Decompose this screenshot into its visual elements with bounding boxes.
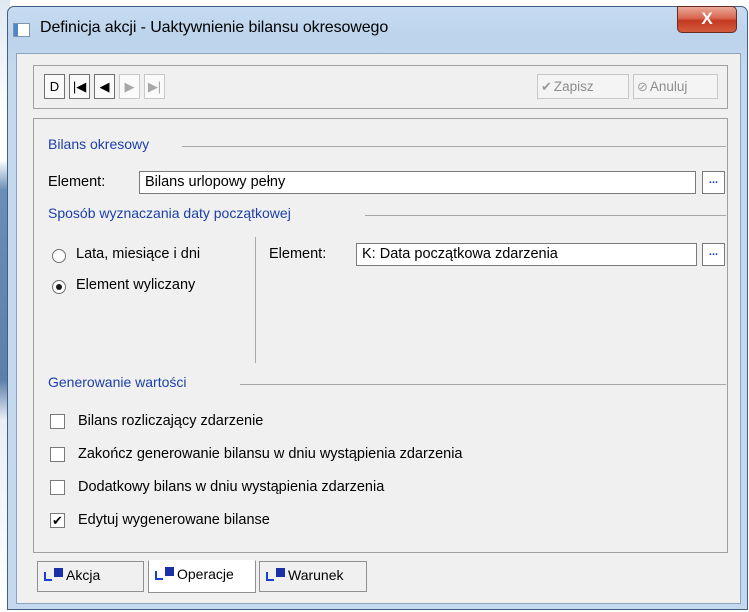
radio-lata-miesiace-dni-label: Lata, miesiące i dni bbox=[76, 246, 201, 262]
save-button[interactable]: ✔ Zapisz bbox=[537, 74, 629, 99]
radio-lata-miesiace-dni[interactable] bbox=[52, 249, 66, 263]
sposob-element-label: Element: bbox=[269, 246, 327, 262]
checkbox-edytuj-bilanse-label: Edytuj wygenerowane bilanse bbox=[78, 512, 270, 528]
section-title-generowanie: Generowanie wartości bbox=[48, 374, 187, 390]
radio-element-wyliczany-label: Element wyliczany bbox=[76, 277, 196, 293]
checkbox-bilans-rozliczajacy-label: Bilans rozliczający zdarzenie bbox=[78, 413, 264, 429]
section-title-sposob: Sposób wyznaczania daty początkowej bbox=[48, 205, 291, 221]
window-icon bbox=[13, 23, 30, 37]
bilans-element-field[interactable]: Bilans urlopowy pełny bbox=[139, 171, 696, 194]
radio-element-wyliczany[interactable] bbox=[52, 280, 66, 294]
section-divider bbox=[365, 215, 726, 216]
checkmark-icon: ✔ bbox=[52, 513, 63, 528]
tab-warunek[interactable]: Warunek bbox=[259, 561, 367, 592]
tab-link-icon bbox=[155, 567, 175, 581]
close-button[interactable]: X bbox=[677, 6, 737, 33]
cancel-button-label: Anuluj bbox=[649, 79, 688, 94]
checkbox-zakoncz-generowanie[interactable] bbox=[50, 447, 65, 462]
checkbox-bilans-rozliczajacy[interactable] bbox=[50, 414, 65, 429]
sposob-element-field[interactable]: K: Data początkowa zdarzenia bbox=[356, 243, 697, 266]
tab-link-icon bbox=[266, 568, 286, 582]
tab-akcja[interactable]: Akcja bbox=[37, 561, 144, 592]
tab-akcja-label: Akcja bbox=[66, 567, 101, 583]
bilans-element-label: Element: bbox=[48, 174, 106, 190]
window-title: Definicja akcji - Uaktywnienie bilansu o… bbox=[40, 19, 389, 36]
tab-link-icon bbox=[44, 568, 64, 582]
tab-warunek-label: Warunek bbox=[288, 567, 344, 583]
first-record-button[interactable]: |◀ bbox=[69, 74, 90, 99]
next-record-button[interactable]: ▶ bbox=[119, 74, 140, 99]
section-title-bilans-okresowy: Bilans okresowy bbox=[48, 136, 150, 152]
cancel-button[interactable]: ⊘ Anuluj bbox=[633, 74, 718, 99]
section-divider bbox=[240, 384, 726, 385]
vertical-divider bbox=[255, 237, 256, 363]
checkbox-edytuj-bilanse[interactable]: ✔ bbox=[50, 513, 65, 528]
tab-operacje[interactable]: Operacje bbox=[148, 560, 256, 593]
cancel-icon: ⊘ bbox=[637, 79, 648, 94]
tab-operacje-label: Operacje bbox=[177, 566, 234, 582]
bilans-element-browse-button[interactable]: ... bbox=[702, 171, 725, 194]
previous-record-button[interactable]: ◀ bbox=[94, 74, 115, 99]
save-button-label: Zapisz bbox=[553, 79, 594, 94]
sposob-element-browse-button[interactable]: ... bbox=[702, 243, 725, 266]
section-divider bbox=[182, 146, 726, 147]
checkbox-zakoncz-generowanie-label: Zakończ generowanie bilansu w dniu wystą… bbox=[78, 446, 463, 462]
new-record-button[interactable]: D bbox=[44, 74, 65, 99]
last-record-button[interactable]: ▶| bbox=[144, 74, 165, 99]
checkbox-dodatkowy-bilans-label: Dodatkowy bilans w dniu wystąpienia zdar… bbox=[78, 479, 385, 495]
checkbox-dodatkowy-bilans[interactable] bbox=[50, 480, 65, 495]
check-icon: ✔ bbox=[541, 79, 552, 94]
